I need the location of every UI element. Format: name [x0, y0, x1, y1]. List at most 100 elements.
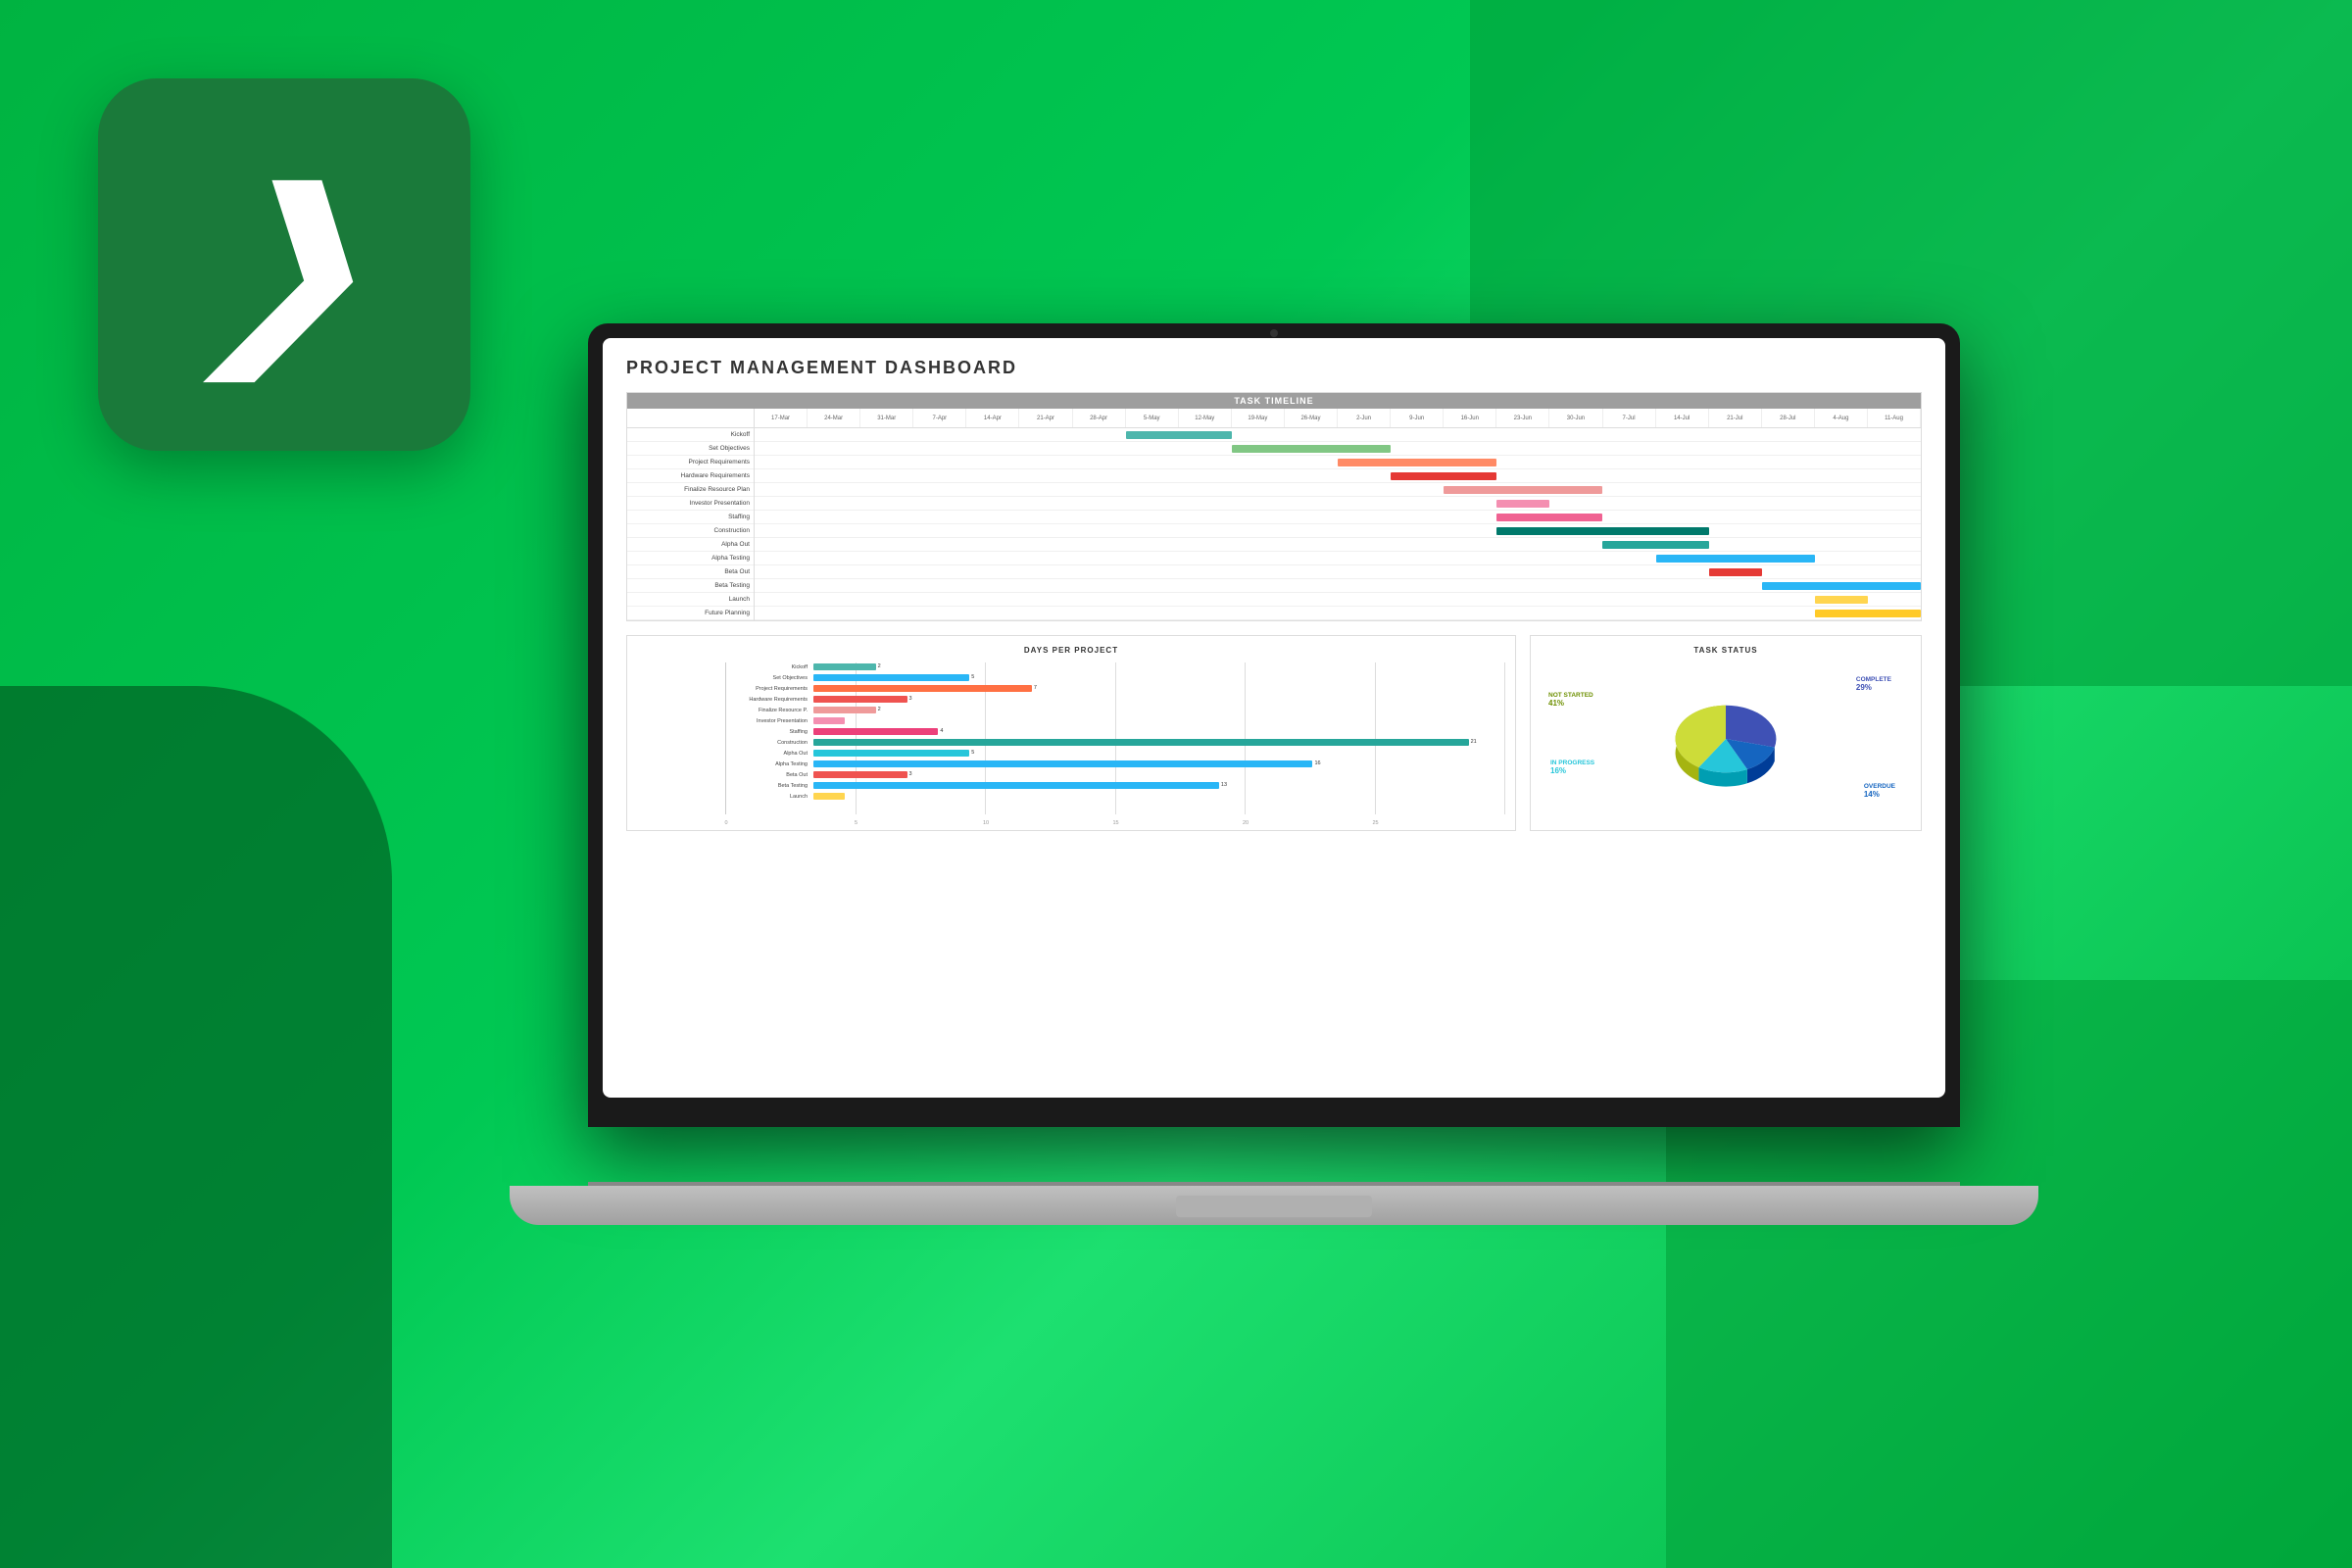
gantt-date-col: 28-Jul	[1762, 409, 1815, 427]
pie-label-complete: COMPLETE29%	[1856, 676, 1891, 692]
laptop-screen: PROJECT MANAGEMENT DASHBOARD TASK TIMELI…	[603, 338, 1945, 1098]
laptop-screen-bezel: PROJECT MANAGEMENT DASHBOARD TASK TIMELI…	[588, 323, 1960, 1127]
gantt-bar	[1815, 596, 1868, 604]
gantt-row	[755, 456, 1921, 469]
gantt-row	[755, 552, 1921, 565]
gantt-row	[755, 524, 1921, 538]
dashboard-title: PROJECT MANAGEMENT DASHBOARD	[626, 358, 1922, 378]
bar-chart-row: Investor Presentation	[725, 716, 1505, 725]
gantt-bar	[1762, 582, 1921, 590]
dashboard: PROJECT MANAGEMENT DASHBOARD TASK TIMELI…	[603, 338, 1945, 1098]
bar-track: 3	[813, 771, 907, 778]
bar-value-label: 3	[909, 696, 912, 702]
gantt-row	[755, 428, 1921, 442]
gantt-bar	[1709, 568, 1762, 576]
gantt-row	[755, 469, 1921, 483]
webcam	[1270, 329, 1278, 337]
gantt-date-col: 31-Mar	[860, 409, 913, 427]
pie-label-notstarted: NOT STARTED41%	[1548, 692, 1593, 708]
gantt-date-col: 21-Apr	[1019, 409, 1072, 427]
bar-chart-row: Staffing4	[725, 727, 1505, 736]
gantt-date-col: 26-May	[1285, 409, 1338, 427]
gantt-bar	[1496, 527, 1708, 535]
bar-label: Staffing	[725, 729, 811, 735]
gantt-date-col: 30-Jun	[1549, 409, 1602, 427]
bar-track: 13	[813, 782, 1219, 789]
bar-chart-row: Beta Out3	[725, 770, 1505, 779]
bar-label: Alpha Testing	[725, 761, 811, 767]
bar-track: 21	[813, 739, 1469, 746]
charts-row: DAYS PER PROJECT 0510152025Kickoff2Set O…	[626, 635, 1922, 831]
gantt-label-row: Finalize Resource Plan	[627, 483, 754, 497]
bar-track: 7	[813, 685, 1032, 692]
gantt-date-col: 11-Aug	[1868, 409, 1921, 427]
bar-label: Beta Testing	[725, 783, 811, 789]
bar-label: Set Objectives	[725, 675, 811, 681]
gantt-labels: Kickoff Set Objectives Project Requireme…	[627, 409, 755, 620]
gantt-row	[755, 538, 1921, 552]
gantt-date-col: 24-Mar	[808, 409, 860, 427]
gantt-row	[755, 579, 1921, 593]
gantt-date-col: 17-Mar	[755, 409, 808, 427]
gantt-bar	[1496, 514, 1602, 521]
gantt-label-row: Beta Testing	[627, 579, 754, 593]
bar-label: Alpha Out	[725, 751, 811, 757]
bar-track: 3	[813, 696, 907, 703]
gantt-label-row: Alpha Out	[627, 538, 754, 552]
gantt-bar	[1444, 486, 1602, 494]
gantt-label-row: Investor Presentation	[627, 497, 754, 511]
pie-svg	[1647, 670, 1804, 808]
gantt-label-row: Beta Out	[627, 565, 754, 579]
gantt-date-row: 17-Mar24-Mar31-Mar7-Apr14-Apr21-Apr28-Ap…	[755, 409, 1921, 428]
gantt-bar	[1815, 610, 1921, 617]
bar-value-label: 13	[1221, 782, 1227, 788]
bar-label: Beta Out	[725, 772, 811, 778]
bar-value-label: 3	[909, 771, 912, 777]
gantt-header: TASK TIMELINE	[627, 393, 1921, 409]
gantt-bar	[1602, 541, 1708, 549]
gantt-date-col: 28-Apr	[1073, 409, 1126, 427]
gantt-date-col: 9-Jun	[1391, 409, 1444, 427]
gantt-row	[755, 497, 1921, 511]
bar-track: 5	[813, 674, 969, 681]
gantt-row	[755, 607, 1921, 620]
bar-track: 16	[813, 760, 1312, 767]
gantt-row	[755, 565, 1921, 579]
gantt-row	[755, 593, 1921, 607]
bar-chart-box: DAYS PER PROJECT 0510152025Kickoff2Set O…	[626, 635, 1516, 831]
gantt-label-row: Kickoff	[627, 428, 754, 442]
laptop-trackpad	[1176, 1196, 1372, 1217]
laptop-base	[510, 1186, 2038, 1225]
pie-chart-title: TASK STATUS	[1541, 646, 1911, 655]
gantt-date-col: 2-Jun	[1338, 409, 1391, 427]
bar-track: 2	[813, 663, 876, 670]
gantt-date-col: 23-Jun	[1496, 409, 1549, 427]
laptop-wrapper: PROJECT MANAGEMENT DASHBOARD TASK TIMELI…	[343, 176, 2205, 1372]
gantt-row	[755, 442, 1921, 456]
gantt-row	[755, 511, 1921, 524]
pie-label-overdue: OVERDUE14%	[1864, 783, 1895, 799]
person-silhouette	[0, 686, 392, 1568]
gantt-label-row: Staffing	[627, 511, 754, 524]
bar-value-label: 16	[1314, 760, 1320, 766]
gantt-date-col: 7-Apr	[913, 409, 966, 427]
pie-chart-box: TASK STATUS COMPLETE29% OVERDUE14% IN PR…	[1530, 635, 1922, 831]
bar-chart-row: Set Objectives5	[725, 673, 1505, 682]
bar-value-label: 21	[1471, 739, 1477, 745]
bar-label: Finalize Resource P.	[725, 708, 811, 713]
gantt-label-row: Alpha Testing	[627, 552, 754, 565]
bar-chart-row: Kickoff2	[725, 662, 1505, 671]
gantt-label-row: Set Objectives	[627, 442, 754, 456]
bar-label: Hardware Requirements	[725, 697, 811, 703]
gantt-date-col: 4-Aug	[1815, 409, 1868, 427]
bar-value-label: 7	[1034, 685, 1037, 691]
gantt-date-col: 21-Jul	[1709, 409, 1762, 427]
bar-track	[813, 793, 845, 800]
bar-chart-title: DAYS PER PROJECT	[637, 646, 1505, 655]
bar-track: 4	[813, 728, 938, 735]
gantt-label-row: Construction	[627, 524, 754, 538]
bar-value-label: 2	[878, 707, 881, 712]
gantt-bar	[1391, 472, 1496, 480]
gantt-date-col: 19-May	[1232, 409, 1285, 427]
gantt-bar	[1126, 431, 1232, 439]
